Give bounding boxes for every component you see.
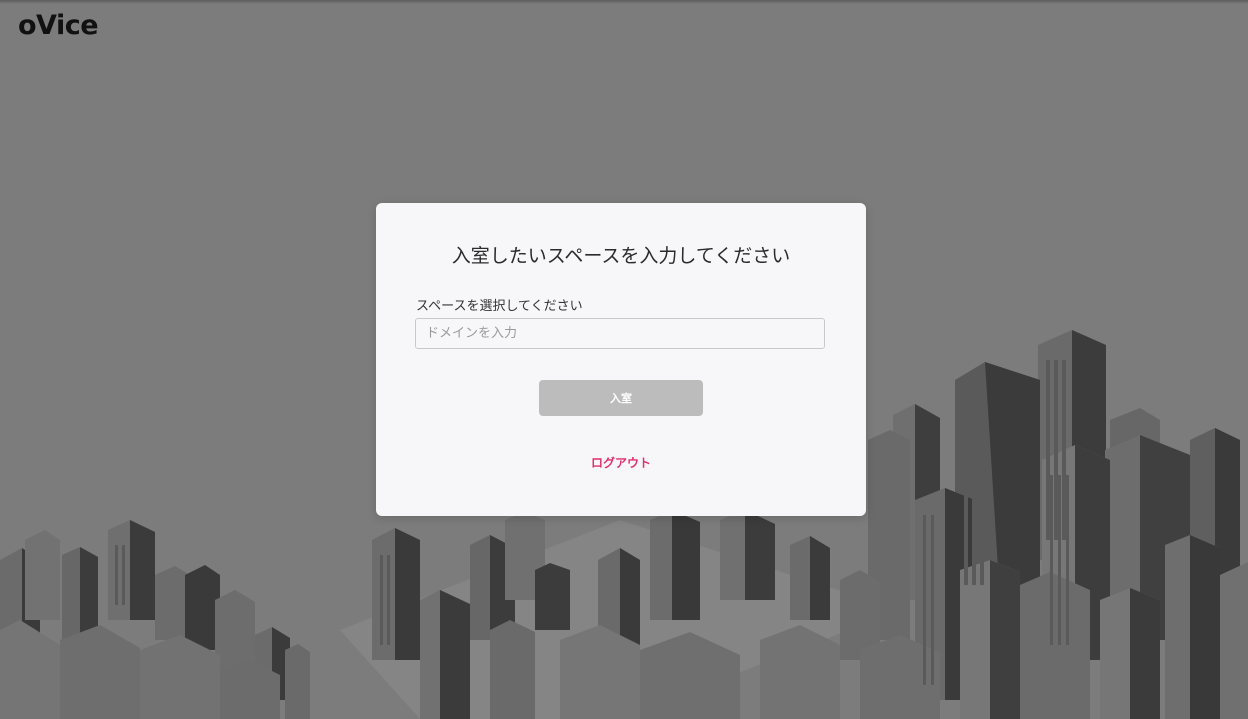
enter-room-button[interactable]: 入室	[539, 380, 703, 416]
space-field-label: スペースを選択してください	[416, 299, 583, 314]
domain-input[interactable]	[415, 318, 825, 349]
logout-link[interactable]: ログアウト	[376, 454, 866, 471]
dialog-title: 入室したいスペースを入力してください	[451, 245, 791, 267]
ovice-logo[interactable]: oVice	[18, 10, 99, 41]
enter-space-dialog: 入室したいスペースを入力してください スペースを選択してください 入室 ログアウ…	[376, 203, 866, 516]
